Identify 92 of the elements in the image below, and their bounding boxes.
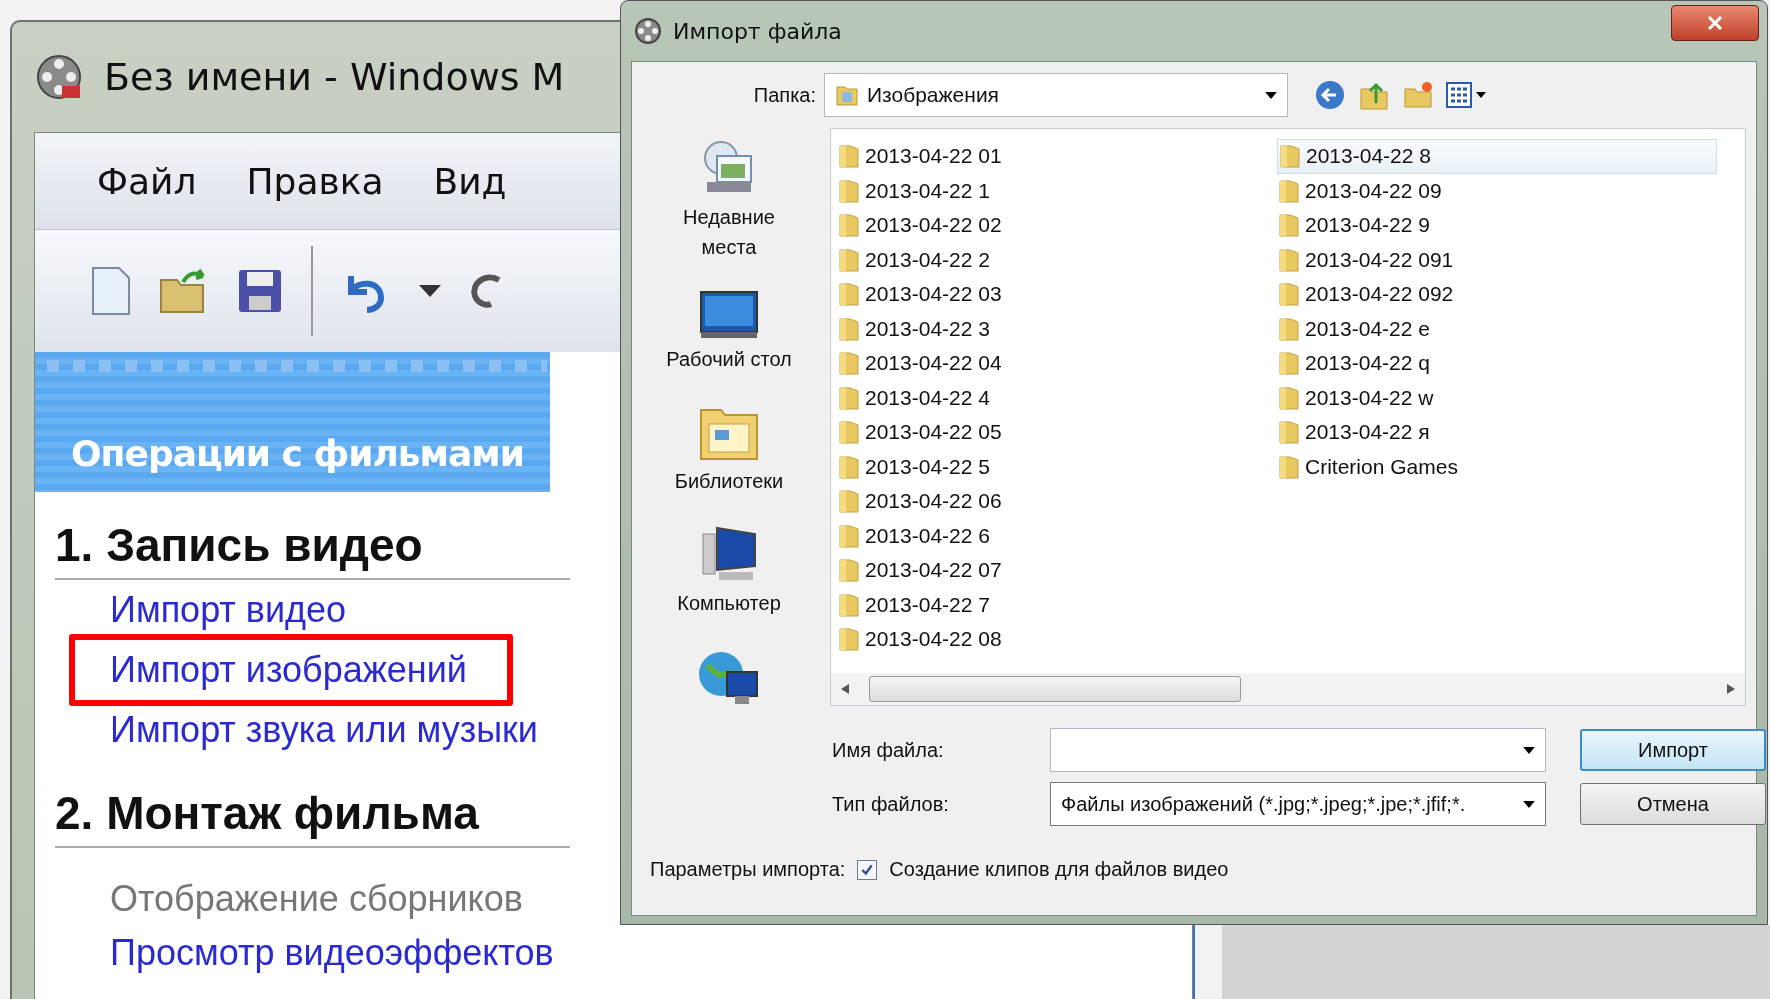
caret-icon [1265, 91, 1277, 99]
folder-item[interactable]: 2013-04-22 5 [837, 449, 1277, 484]
folder-icon [839, 351, 859, 376]
file-type-label: Тип файлов: [832, 792, 950, 816]
folder-item[interactable]: 2013-04-22 6 [837, 518, 1277, 553]
folder-item[interactable]: 2013-04-22 e [1277, 311, 1717, 346]
folder-item[interactable]: 2013-04-22 q [1277, 346, 1717, 381]
import-button[interactable]: Импорт [1580, 729, 1766, 771]
folder-icon [839, 420, 859, 445]
folder-icon [1279, 213, 1299, 238]
scroll-left-icon[interactable] [841, 684, 849, 694]
folder-icon [1279, 351, 1299, 376]
place-item[interactable]: Компьютер [677, 524, 781, 618]
folder-item[interactable]: 2013-04-22 9 [1277, 208, 1717, 243]
folder-item[interactable]: 2013-04-22 06 [837, 484, 1277, 519]
folder-icon [1279, 178, 1299, 203]
folder-item[interactable]: 2013-04-22 3 [837, 311, 1277, 346]
folder-item[interactable]: 2013-04-22 я [1277, 415, 1717, 450]
folder-icon [839, 454, 859, 479]
folder-item[interactable]: 2013-04-22 08 [837, 622, 1277, 657]
place-item[interactable]: Рабочий стол [666, 290, 792, 374]
folder-icon [839, 213, 859, 238]
file-name-label: Имя файла: [832, 738, 945, 762]
section-heading: 1. Запись видео [55, 492, 570, 580]
view-menu-icon[interactable] [1446, 81, 1488, 109]
folder-icon [839, 523, 859, 548]
monitor-icon [699, 290, 759, 340]
place-item[interactable]: Недавние места [654, 138, 804, 262]
menu-item[interactable]: Правка [246, 160, 384, 202]
folder-icon [839, 489, 859, 514]
task-link[interactable]: Импорт изображений [69, 634, 513, 706]
file-name-field[interactable] [1050, 728, 1546, 772]
cancel-button[interactable]: Отмена [1580, 783, 1766, 825]
scroll-right-icon[interactable] [1727, 684, 1735, 694]
folder-item[interactable]: 2013-04-22 05 [837, 415, 1277, 450]
window-title: Без имени - Windows M [104, 55, 565, 99]
folder-item[interactable]: 2013-04-22 02 [837, 208, 1277, 243]
folder-icon [1279, 247, 1299, 272]
folder-label: Папка: [752, 83, 817, 107]
film-reel-icon [633, 16, 663, 46]
folder-item[interactable]: 2013-04-22 7 [837, 587, 1277, 622]
folder-icon [839, 592, 859, 617]
close-button[interactable] [1671, 5, 1759, 41]
folder-item[interactable]: 2013-04-22 w [1277, 380, 1717, 415]
folder-item[interactable]: 2013-04-22 092 [1277, 277, 1717, 312]
horizontal-scrollbar[interactable] [831, 673, 1745, 705]
folder-item[interactable]: 2013-04-22 01 [837, 139, 1277, 174]
caret-icon [1523, 746, 1535, 754]
caret-icon [1523, 800, 1535, 808]
checkbox[interactable] [857, 859, 878, 880]
folder-icon [839, 144, 859, 169]
folder-icon [1279, 282, 1299, 307]
film-reel-icon [34, 52, 84, 102]
task-link[interactable]: Просмотр видеоэффектов [69, 926, 600, 980]
folder-icon [1279, 316, 1299, 341]
import-options-label: Параметры импорта: [650, 858, 846, 881]
place-item[interactable]: Библиотеки [674, 402, 784, 496]
new-document-icon[interactable] [91, 266, 131, 316]
folder-icon [835, 83, 859, 107]
new-folder-icon[interactable] [1402, 79, 1434, 111]
folder-icon [1279, 420, 1299, 445]
folder-icon [1279, 454, 1299, 479]
folder-item[interactable]: 2013-04-22 2 [837, 242, 1277, 277]
folder-item[interactable]: 2013-04-22 04 [837, 346, 1277, 381]
folder-icon [839, 558, 859, 583]
folder-icon [839, 247, 859, 272]
folder-item[interactable]: Criterion Games [1277, 449, 1717, 484]
task-pane-title: Операции с фильмами [70, 433, 525, 474]
close-icon [1707, 15, 1723, 31]
folder-icon [1280, 144, 1300, 169]
folder-item[interactable]: 2013-04-22 03 [837, 277, 1277, 312]
folder-dropdown[interactable]: Изображения [824, 73, 1288, 117]
scroll-thumb[interactable] [869, 676, 1241, 702]
folder-icon [839, 178, 859, 203]
folder-icon [839, 385, 859, 410]
folder-icon [839, 282, 859, 307]
folder-item[interactable]: 2013-04-22 4 [837, 380, 1277, 415]
checkbox-label[interactable]: Создание клипов для файлов видео [889, 858, 1229, 881]
dialog-title: Импорт файла [673, 18, 842, 44]
folder-item[interactable]: 2013-04-22 1 [837, 173, 1277, 208]
folder-item[interactable]: 2013-04-22 8 [1277, 139, 1717, 174]
folder-item[interactable]: 2013-04-22 091 [1277, 242, 1717, 277]
dropdown-caret-icon[interactable] [419, 285, 441, 297]
file-type-dropdown[interactable]: Файлы изображений (*.jpg;*.jpeg;*.jpe;*.jfif;*. [1050, 782, 1546, 826]
menu-item[interactable]: Вид [433, 160, 507, 202]
section-heading: 2. Монтаж фильма [55, 760, 570, 848]
menu-item[interactable]: Файл [97, 160, 197, 202]
folder-item[interactable]: 2013-04-22 09 [1277, 173, 1717, 208]
folder-icon [839, 316, 859, 341]
folder-icon [1279, 385, 1299, 410]
folder-item[interactable]: 2013-04-22 07 [837, 553, 1277, 588]
folder-icon [839, 627, 859, 652]
